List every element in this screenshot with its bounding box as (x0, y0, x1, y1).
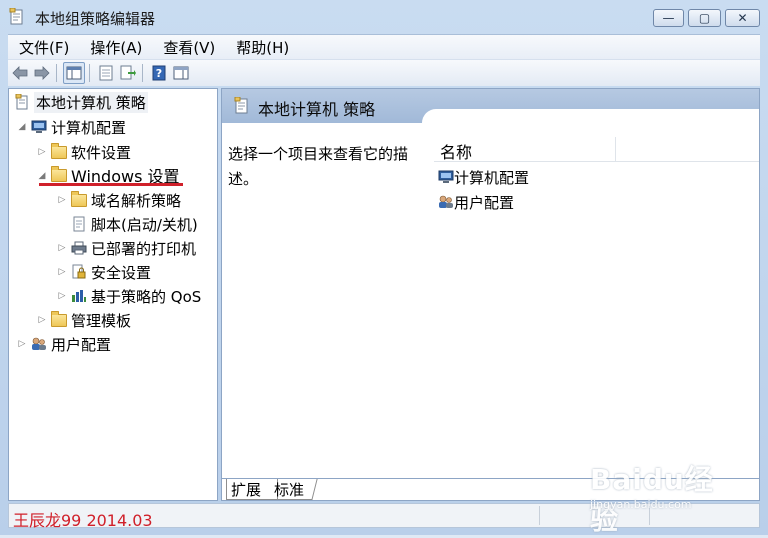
bar-chart-icon (71, 288, 87, 304)
expand-arrow-icon[interactable]: ▷ (17, 339, 27, 349)
export-icon (120, 65, 136, 80)
tree-label: 软件设置 (71, 143, 132, 162)
tree-item-qos[interactable]: 基于策略的 QoS (71, 285, 201, 307)
users-icon (31, 336, 47, 352)
tree-item-software-settings[interactable]: 软件设置 (51, 141, 131, 163)
properties-button[interactable] (96, 63, 116, 83)
description-text: 选择一个项目来查看它的描述。 (228, 145, 409, 188)
menu-action[interactable]: 操作(A) (78, 37, 151, 58)
tree-item-dns-policy[interactable]: 域名解析策略 (71, 189, 181, 211)
tree-label: 计算机配置 (51, 118, 127, 137)
printer-icon (71, 240, 87, 256)
arrow-left-icon (12, 66, 28, 80)
status-divider (539, 506, 540, 525)
menu-bar: 文件(F) 操作(A) 查看(V) 帮助(H) (8, 34, 760, 59)
tree-label: 域名解析策略 (91, 191, 182, 210)
expand-arrow-icon[interactable]: ▷ (57, 291, 67, 301)
action-pane-icon (173, 66, 189, 80)
watermark-url: jingyan.baidu.com (590, 498, 692, 511)
collapse-arrow-icon[interactable]: ◢ (37, 171, 47, 181)
toolbar-separator (89, 64, 90, 82)
expand-arrow-icon[interactable]: ▷ (37, 147, 47, 157)
tree-item-printers[interactable]: 已部署的打印机 (71, 237, 196, 259)
tree-label: 安全设置 (91, 263, 152, 282)
folder-icon (51, 310, 67, 328)
window-title: 本地组策略编辑器 (35, 10, 156, 28)
folder-icon (51, 142, 67, 160)
expand-arrow-icon[interactable]: ▷ (57, 267, 67, 277)
column-header-name[interactable]: 名称 (440, 139, 472, 163)
tab-label: 扩展 (231, 480, 262, 499)
header-curve (422, 109, 759, 125)
policy-document-icon (234, 97, 248, 114)
details-pane: 本地计算机 策略 选择一个项目来查看它的描述。 名称 计算机配置 用户配置 扩展… (221, 88, 760, 501)
list-item-computer-config[interactable]: 计算机配置 (438, 166, 529, 188)
close-button[interactable]: ✕ (725, 9, 760, 27)
help-icon: ? (152, 65, 166, 81)
forward-button[interactable] (32, 63, 52, 83)
export-list-button[interactable] (118, 63, 138, 83)
svg-text:?: ? (156, 67, 162, 80)
maximize-icon: ▢ (698, 11, 711, 25)
console-tree: 本地计算机 策略 ◢ 计算机配置 ▷ 软件设置 ◢ Windows 设置 ▷ 域… (8, 88, 218, 501)
expand-arrow-icon[interactable]: ▷ (37, 315, 47, 325)
tree-item-computer-config[interactable]: 计算机配置 (31, 116, 126, 138)
computer-icon (31, 119, 47, 135)
tree-label: 脚本(启动/关机) (91, 215, 198, 234)
tree-item-user-config[interactable]: 用户配置 (31, 333, 111, 355)
close-icon: ✕ (737, 11, 748, 25)
tree-item-root[interactable]: 本地计算机 策略 (14, 91, 148, 113)
title-bar: 本地组策略编辑器 — ▢ ✕ (0, 0, 768, 34)
users-icon (438, 194, 454, 210)
tree-label: 管理模板 (71, 311, 132, 330)
editor-window: 本地组策略编辑器 — ▢ ✕ 文件(F) 操作(A) 查看(V) 帮助(H) ? (0, 0, 768, 536)
tree-item-admin-templates[interactable]: 管理模板 (51, 309, 131, 331)
help-button[interactable]: ? (149, 63, 169, 83)
tree-item-security[interactable]: 安全设置 (71, 261, 151, 283)
tree-label: 已部署的打印机 (91, 239, 197, 258)
tree-label: 用户配置 (51, 335, 112, 354)
folder-icon (71, 190, 87, 208)
tree-item-scripts[interactable]: 脚本(启动/关机) (71, 213, 198, 235)
tab-label: 标准 (274, 480, 305, 499)
tree-label: 本地计算机 策略 (34, 91, 148, 113)
back-button[interactable] (10, 63, 30, 83)
console-tree-icon (66, 66, 82, 80)
tree-label: 基于策略的 QoS (91, 287, 202, 306)
arrow-right-icon (34, 66, 50, 80)
list-item-user-config[interactable]: 用户配置 (438, 191, 514, 213)
tab-standard[interactable]: 标准 (269, 479, 318, 500)
policy-editor-icon (9, 8, 23, 25)
menu-file[interactable]: 文件(F) (8, 37, 78, 58)
toolbar-separator (142, 64, 143, 82)
watermark-logo: Baidu经验 jingyan.baidu.com (590, 458, 730, 536)
minimize-button[interactable]: — (653, 9, 684, 27)
properties-icon (99, 65, 113, 81)
minimize-icon: — (662, 11, 675, 25)
annotation-underline (39, 183, 183, 186)
collapse-arrow-icon[interactable]: ◢ (17, 122, 27, 132)
column-divider[interactable] (615, 137, 616, 161)
details-title: 本地计算机 策略 (258, 100, 376, 119)
status-text: 王辰龙99 2014.03 (13, 511, 153, 530)
list-item-label: 用户配置 (454, 193, 515, 212)
menu-view[interactable]: 查看(V) (151, 37, 224, 58)
expand-arrow-icon[interactable]: ▷ (57, 243, 67, 253)
show-action-pane-button[interactable] (171, 63, 191, 83)
computer-icon (438, 169, 454, 185)
menu-help[interactable]: 帮助(H) (224, 37, 298, 58)
security-lock-icon (71, 264, 87, 280)
policy-document-icon (14, 94, 30, 110)
toolbar: ? (8, 59, 760, 86)
list-item-label: 计算机配置 (454, 168, 530, 187)
expand-arrow-icon[interactable]: ▷ (57, 195, 67, 205)
folder-icon (51, 165, 67, 183)
list-header: 名称 (434, 137, 759, 162)
toolbar-separator (56, 64, 57, 82)
show-tree-button[interactable] (63, 62, 85, 84)
script-icon (71, 216, 87, 232)
maximize-button[interactable]: ▢ (688, 9, 721, 27)
